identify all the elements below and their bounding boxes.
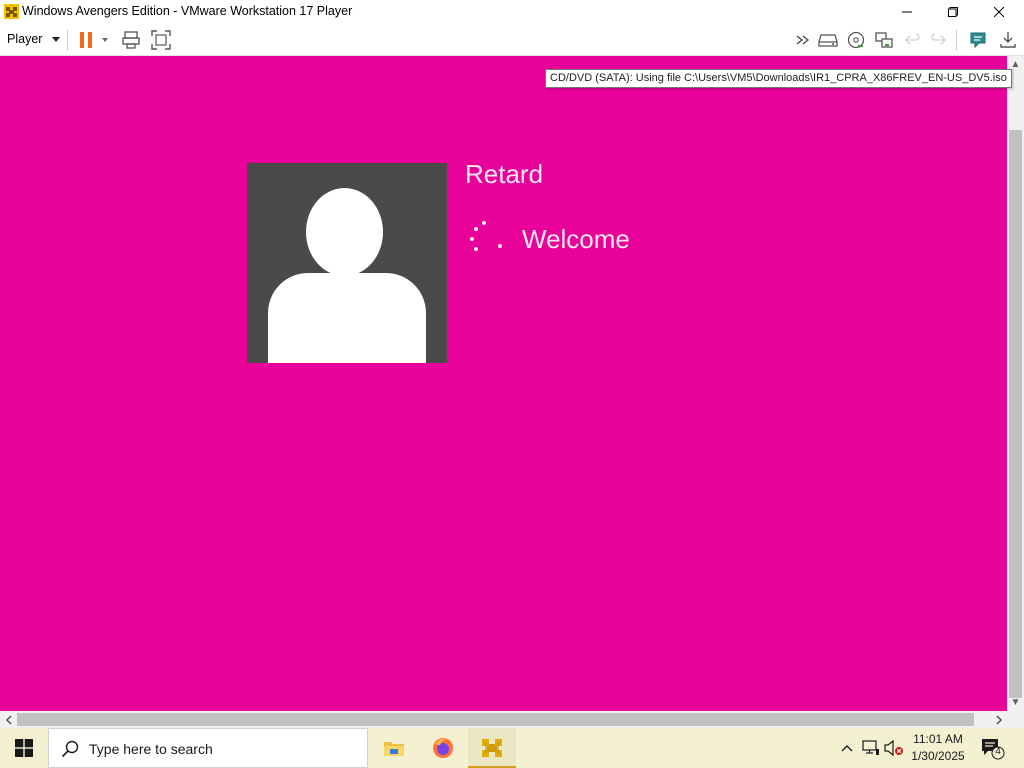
hard-disk-icon: [818, 34, 838, 47]
search-placeholder: Type here to search: [89, 741, 213, 757]
chevron-up-icon: [841, 745, 853, 752]
clock-date: 1/30/2025: [911, 749, 965, 763]
start-button[interactable]: [0, 728, 48, 768]
pause-button[interactable]: [75, 29, 97, 51]
download-button[interactable]: [997, 29, 1019, 51]
scroll-right-arrow-icon[interactable]: [990, 711, 1007, 728]
message-log-button[interactable]: [967, 29, 989, 51]
message-log-icon: [970, 32, 986, 49]
user-avatar: [247, 163, 447, 363]
player-menu[interactable]: Player: [7, 32, 61, 46]
vmware-app-icon: [482, 739, 502, 757]
avatar-body: [268, 273, 426, 363]
chevron-down-icon: [102, 38, 108, 42]
search-icon: [61, 740, 79, 758]
redo-icon: [931, 33, 946, 45]
device-tooltip: CD/DVD (SATA): Using file C:\Users\VM5\D…: [545, 69, 1012, 88]
chevron-down-icon: [52, 36, 61, 42]
action-center-button[interactable]: 4: [978, 736, 1008, 760]
network-icon: [862, 740, 879, 755]
ctrl-alt-del-icon: [122, 31, 140, 49]
taskbar-clock[interactable]: 11:01 AM 1/30/2025: [900, 731, 976, 765]
pause-icon: [78, 32, 94, 48]
taskbar: Type here to search 11:01 AM 1/30/2025 4: [0, 728, 1024, 768]
vertical-scrollbar[interactable]: ▲ ▼: [1007, 56, 1024, 711]
taskbar-search-box[interactable]: Type here to search: [48, 728, 368, 768]
window-title: Windows Avengers Edition - VMware Workst…: [22, 4, 353, 18]
download-icon: [1000, 32, 1016, 48]
close-icon: [994, 7, 1004, 17]
notification-icon: [982, 739, 1005, 760]
scroll-left-arrow-icon[interactable]: [0, 711, 17, 728]
show-hidden-icons-button[interactable]: [837, 738, 857, 758]
title-bar: Windows Avengers Edition - VMware Workst…: [0, 0, 1024, 24]
player-menu-label: Player: [7, 32, 43, 46]
power-options-dropdown[interactable]: [98, 29, 112, 51]
horizontal-scrollbar[interactable]: [0, 711, 1024, 728]
notification-count-badge: 4: [995, 746, 1001, 757]
restore-button[interactable]: [930, 0, 976, 24]
taskbar-file-explorer[interactable]: [370, 728, 418, 768]
cd-dvd-device[interactable]: [845, 29, 867, 51]
avatar-head: [306, 188, 383, 276]
welcome-status-text: Welcome: [522, 224, 630, 254]
firefox-icon: [433, 738, 453, 758]
user-name: Retard: [465, 159, 544, 189]
close-button[interactable]: [976, 0, 1022, 24]
taskbar-firefox[interactable]: [419, 728, 467, 768]
full-screen-icon: [151, 30, 171, 50]
network-tray-button[interactable]: [861, 738, 881, 758]
undo-icon: [905, 33, 920, 45]
loading-spinner-icon: [466, 221, 506, 255]
minimize-button[interactable]: [884, 0, 930, 24]
back-button-disabled: [901, 29, 923, 51]
hard-disk-device[interactable]: [817, 29, 839, 51]
file-explorer-icon: [384, 742, 404, 756]
double-chevron-right-icon: [796, 35, 810, 45]
toolbar-separator: [67, 30, 68, 50]
vmware-app-icon: [4, 4, 19, 19]
player-toolbar: Player: [0, 24, 1024, 56]
full-screen-button[interactable]: [150, 29, 172, 51]
vertical-scroll-thumb[interactable]: [1009, 130, 1022, 698]
cd-dvd-icon: [847, 31, 865, 49]
vm-display[interactable]: Retard Welcome: [0, 56, 1007, 711]
send-ctrl-alt-del-button[interactable]: [120, 29, 142, 51]
network-adapter-icon: [875, 32, 893, 48]
horizontal-scroll-thumb[interactable]: [17, 713, 974, 726]
network-adapter-device[interactable]: [873, 29, 895, 51]
taskbar-vmware-player[interactable]: [468, 728, 516, 768]
scroll-down-arrow-icon[interactable]: ▼: [1007, 694, 1024, 711]
minimize-icon: [902, 11, 912, 13]
restore-icon: [948, 7, 958, 17]
forward-button-disabled: [928, 29, 950, 51]
show-more-devices-button[interactable]: [792, 29, 814, 51]
clock-time: 11:01 AM: [913, 732, 963, 746]
windows-logo-icon: [15, 739, 33, 757]
toolbar-separator: [956, 30, 957, 50]
